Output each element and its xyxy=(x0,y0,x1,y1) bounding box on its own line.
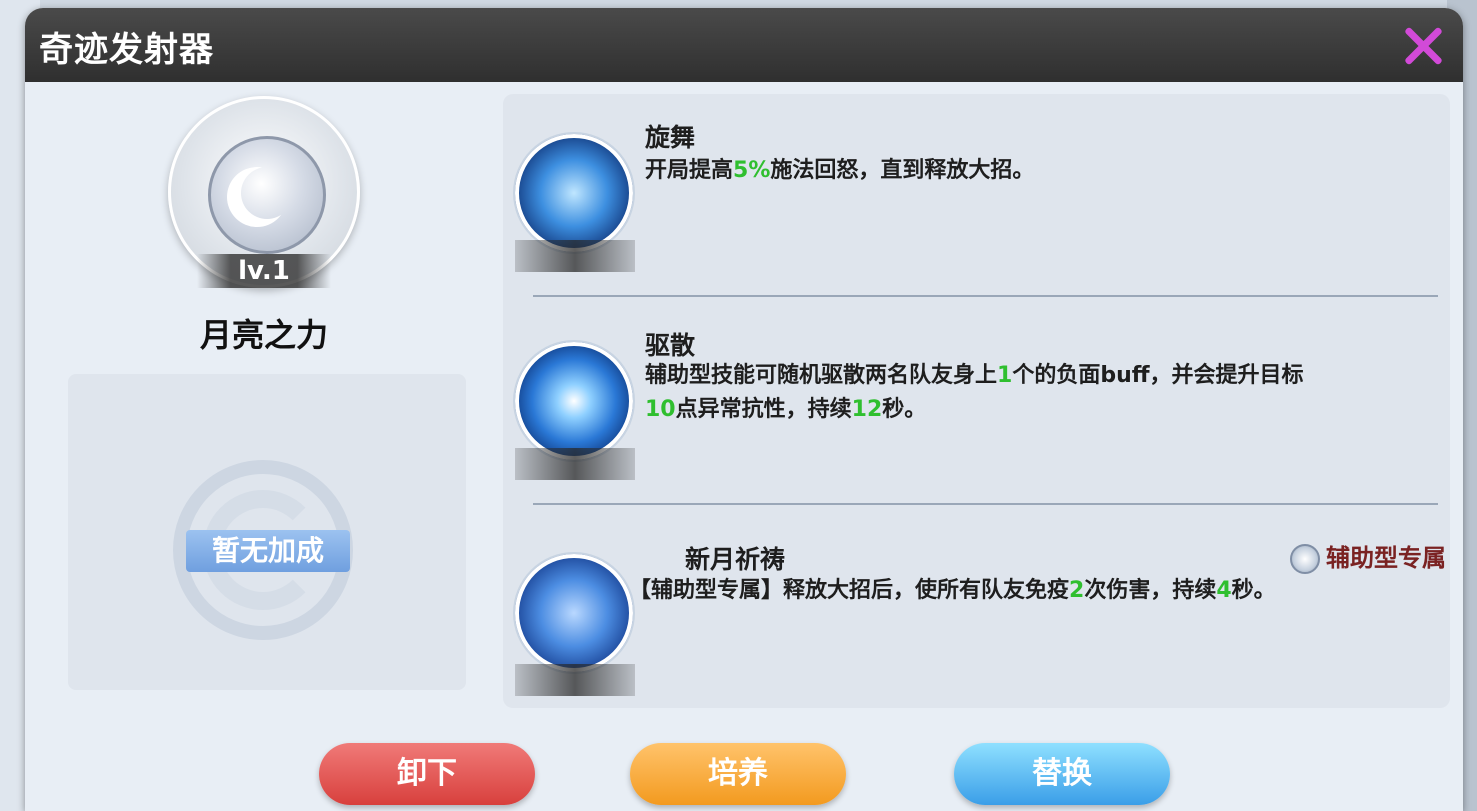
skill-name: 旋舞 xyxy=(645,123,696,152)
skill-tag xyxy=(515,664,635,696)
heart-shield-icon xyxy=(1290,544,1320,574)
skills-panel: 旋舞 开局提高5%施法回怒，直到释放大招。 驱散 辅助型技能可随机驱散两名队友身… xyxy=(503,94,1450,708)
skill-description: 辅助型技能可随机驱散两名队友身上1个的负面buff，并会提升目标 10点异常抗性，… xyxy=(645,363,1304,422)
train-button[interactable]: 培养 xyxy=(630,743,846,805)
skill-tag xyxy=(515,240,635,272)
replace-button[interactable]: 替换 xyxy=(954,743,1170,805)
divider xyxy=(533,295,1438,297)
skill-name: 驱散 xyxy=(645,331,696,360)
support-exclusive-badge: 辅助型专属 xyxy=(1290,538,1446,574)
skill-description: 【辅助型专属】释放大招后，使所有队友免疫2次伤害，持续4秒。 xyxy=(629,578,1276,603)
bonus-panel: 暂无加成 xyxy=(68,374,466,690)
close-icon[interactable] xyxy=(1401,24,1445,68)
no-bonus-label: 暂无加成 xyxy=(186,530,350,572)
burst-skill-icon[interactable] xyxy=(515,342,633,460)
skill-description: 开局提高5%施法回怒，直到释放大招。 xyxy=(645,158,1035,183)
moon-coin xyxy=(208,136,326,254)
item-level: lv.1 xyxy=(197,254,331,288)
unload-button[interactable]: 卸下 xyxy=(319,743,535,805)
dialog-title: 奇迹发射器 xyxy=(39,30,214,70)
title-bar: 奇迹发射器 xyxy=(25,8,1463,82)
divider xyxy=(533,503,1438,505)
item-name: 月亮之力 xyxy=(199,316,328,354)
skill-tag xyxy=(515,448,635,480)
phoenix-skill-icon[interactable] xyxy=(515,134,633,252)
skill-name: 新月祈祷 xyxy=(685,545,786,574)
artifact-dialog: 奇迹发射器 lv.1 月亮之力 暂无加成 旋舞 开局提高5%施法回怒，直到释放大… xyxy=(25,8,1463,811)
vortex-skill-icon[interactable] xyxy=(515,554,633,672)
